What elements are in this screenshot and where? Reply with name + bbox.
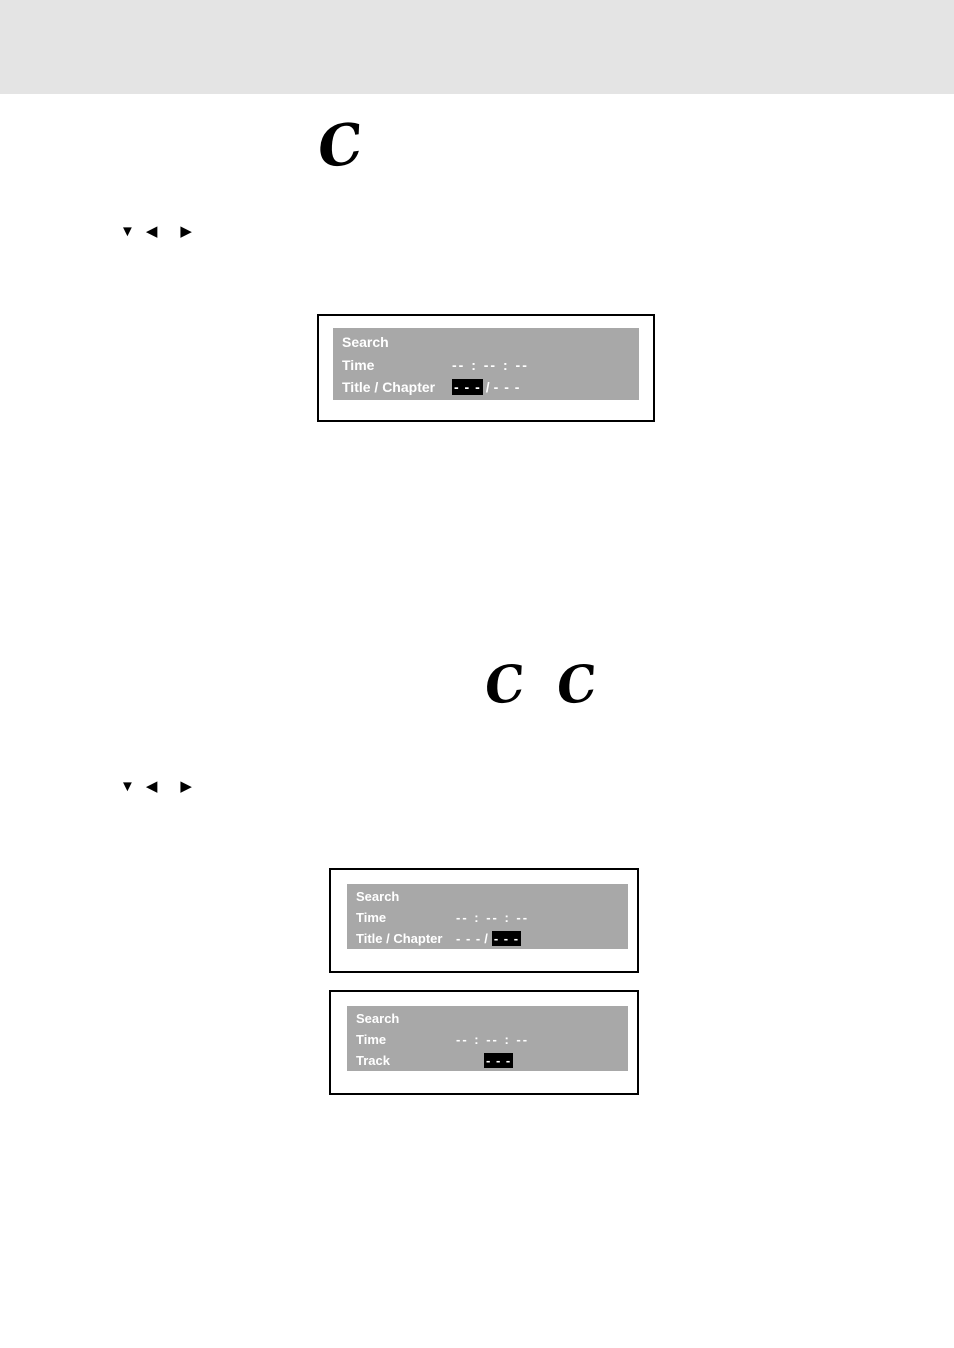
osd-inner-background: Search Time -- : -- : -- Track - - - — [347, 1006, 628, 1071]
osd-row-time-value: -- : -- : -- — [456, 1032, 530, 1047]
arrow-row-bottom: ▼ ◀ ▶ — [120, 779, 192, 794]
osd-row-title-value-highlighted: - - - — [452, 379, 483, 395]
osd-row-title-chapter: Title / Chapter - - - / - - - — [342, 379, 519, 395]
osd-row-time-value: -- : -- : -- — [452, 357, 529, 373]
osd-row-track-label: Track — [356, 1053, 390, 1068]
triangle-left-icon: ◀ — [145, 778, 158, 795]
arrow-row-top: ▼ ◀ ▶ — [120, 224, 192, 239]
osd-row-separator: / — [484, 931, 489, 946]
osd-row-time-label: Time — [356, 1032, 387, 1047]
osd-row-title-chapter-label: Title / Chapter — [356, 931, 443, 946]
osd-row-time-label: Time — [342, 357, 375, 373]
c-mark-middle-right: C — [553, 652, 601, 717]
osd-row-time-label: Time — [356, 910, 387, 925]
osd-row-title-chapter-label: Title / Chapter — [342, 379, 436, 395]
osd-row-separator: / — [485, 379, 491, 395]
osd-row-title-chapter: Title / Chapter - - - / - - - — [356, 931, 522, 946]
osd-title: Search — [342, 334, 389, 350]
osd-title: Search — [356, 1011, 400, 1026]
osd-panel-track: Search Time -- : -- : -- Track - - - — [329, 990, 639, 1095]
osd-inner-background: Search Time -- : -- : -- Title / Chapter… — [347, 884, 628, 949]
osd-row-track-value-highlighted: - - - — [484, 1053, 514, 1068]
triangle-down-icon: ▼ — [120, 778, 135, 795]
triangle-left-icon: ◀ — [145, 223, 158, 240]
osd-row-track: Track - - - — [356, 1053, 514, 1068]
triangle-right-icon: ▶ — [180, 223, 192, 240]
osd-row-title-value: - - - — [456, 931, 482, 946]
osd-row-time-value: -- : -- : -- — [456, 910, 530, 925]
triangle-down-icon: ▼ — [120, 223, 135, 240]
osd-row-chapter-value-highlighted: - - - — [491, 931, 522, 946]
osd-inner-background: Search Time -- : -- : -- Title / Chapter… — [333, 328, 639, 400]
triangle-right-icon: ▶ — [180, 778, 192, 795]
osd-title: Search — [356, 889, 400, 904]
osd-row-chapter-value: - - - — [493, 379, 521, 395]
page-header-band — [0, 0, 954, 94]
osd-row-time: Time -- : -- : -- — [356, 910, 527, 925]
osd-row-time: Time -- : -- : -- — [356, 1032, 527, 1047]
c-mark-top: C — [313, 110, 367, 182]
osd-row-time: Time -- : -- : -- — [342, 357, 527, 373]
osd-panel-chapter-highlight: Search Time -- : -- : -- Title / Chapter… — [329, 868, 639, 973]
osd-panel-title-highlight: Search Time -- : -- : -- Title / Chapter… — [317, 314, 655, 422]
c-mark-middle-left: C — [481, 652, 529, 717]
